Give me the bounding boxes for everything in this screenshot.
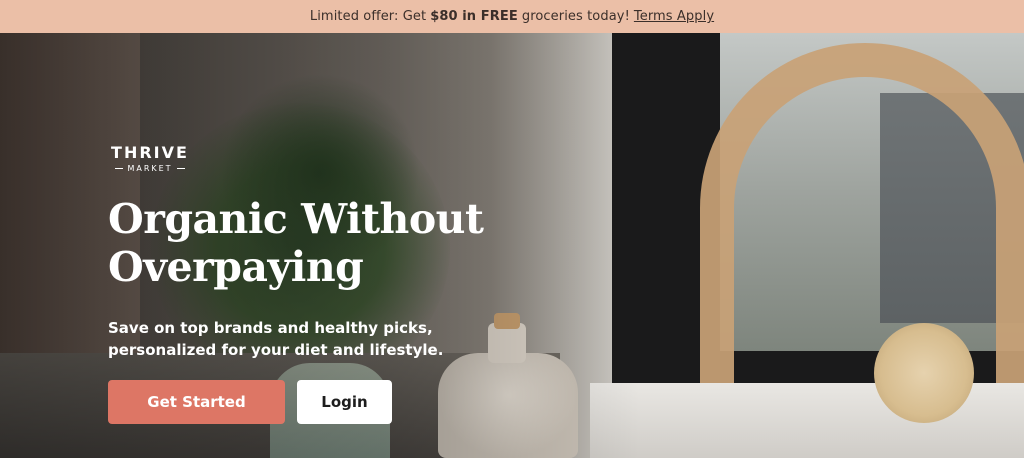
- terms-link[interactable]: Terms Apply: [634, 9, 714, 24]
- logo-word-top: THRIVE: [111, 143, 189, 162]
- headline-line-1: Organic Without: [108, 195, 484, 243]
- thrive-market-logo[interactable]: THRIVE MARKET: [108, 143, 192, 179]
- promo-highlight: $80 in FREE: [430, 9, 518, 24]
- hero-section: THRIVE MARKET Organic Without Overpaying…: [0, 33, 1024, 458]
- headline-line-2: Overpaying: [108, 243, 364, 291]
- subheading-line-2: personalized for your diet and lifestyle…: [108, 341, 444, 359]
- promo-text: Limited offer: Get: [309, 9, 427, 24]
- get-started-button[interactable]: Get Started: [108, 380, 285, 424]
- hero-headline: Organic Without Overpaying: [108, 195, 588, 291]
- login-button[interactable]: Login: [297, 380, 392, 424]
- promo-suffix: groceries today!: [521, 9, 630, 24]
- promo-banner: Limited offer: Get $80 in FREE groceries…: [0, 0, 1024, 33]
- logo-word-bottom: MARKET: [108, 163, 192, 175]
- hero-subheading: Save on top brands and healthy picks, pe…: [108, 317, 528, 361]
- subheading-line-1: Save on top brands and healthy picks,: [108, 319, 433, 337]
- background-brush: [874, 323, 974, 423]
